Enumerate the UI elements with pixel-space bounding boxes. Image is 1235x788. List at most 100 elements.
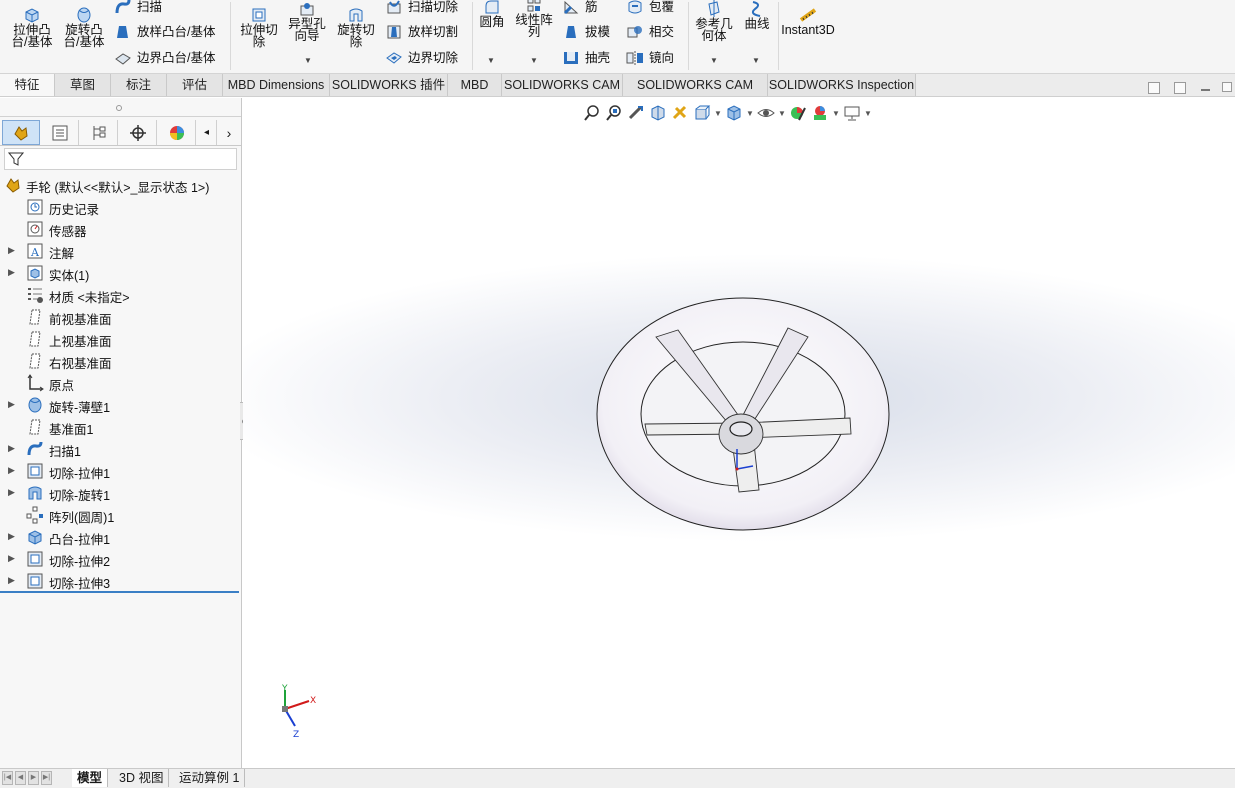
boundary-boss-button[interactable]: 边界凸台/基体 [114, 49, 215, 67]
panel-tabs-scroll-left[interactable]: ◂ [197, 120, 217, 145]
tab-solidworks-cam-tbm[interactable]: SOLIDWORKS CAM TBM [623, 74, 768, 114]
hide-show-items-dropdown[interactable]: ▼ [777, 109, 787, 118]
tab-markup[interactable]: 标注 [111, 74, 167, 96]
display-style-button[interactable] [723, 102, 745, 124]
dynamic-annotation-button[interactable] [669, 102, 691, 124]
graphics-viewport[interactable]: ▼ ▼ ▼ ▼ ▼ Y X Z [243, 98, 1235, 768]
display-manager-tab[interactable] [158, 120, 196, 145]
apply-scene-dropdown[interactable]: ▼ [831, 109, 841, 118]
tile-left-icon[interactable] [1148, 82, 1160, 94]
display-style-dropdown[interactable]: ▼ [745, 109, 755, 118]
tab-features[interactable]: 特征 [0, 74, 55, 96]
view-settings-dropdown[interactable]: ▼ [863, 109, 873, 118]
tree-item[interactable]: 原点 [0, 372, 241, 394]
tree-item[interactable]: ▶ 切除-拉伸1 [0, 460, 241, 482]
dimxpert-manager-tab[interactable] [119, 120, 157, 145]
loft-boss-button[interactable]: 放样凸台/基体 [114, 23, 215, 41]
feature-manager-tab[interactable] [2, 120, 40, 145]
sweep-cut-button[interactable]: 扫描切除 [385, 0, 458, 16]
zoom-to-fit-button[interactable] [581, 102, 603, 124]
expand-arrow-icon[interactable]: ▶ [8, 531, 15, 542]
shell-button[interactable]: 抽壳 [562, 49, 610, 67]
tree-item[interactable]: ▶ 凸台-拉伸1 [0, 526, 241, 548]
tree-item[interactable]: 材质 <未指定> [0, 284, 241, 306]
tab-solidworks-addins[interactable]: SOLIDWORKS 插件 [330, 74, 448, 96]
tree-item[interactable]: ▶ 扫描1 [0, 438, 241, 460]
section-view-button[interactable] [647, 102, 669, 124]
first-tab-button[interactable]: |◀ [2, 771, 13, 785]
reference-geometry-dropdown[interactable]: ▼ [710, 56, 718, 65]
linear-pattern-button[interactable]: 线性阵 列 [512, 0, 556, 38]
instant3d-button[interactable]: Instant3D [781, 6, 835, 36]
expand-arrow-icon[interactable]: ▶ [8, 443, 15, 454]
extrude-cut-button[interactable]: 拉伸切 除 [236, 6, 282, 48]
panel-tabs-scroll-right[interactable]: › [218, 120, 240, 145]
tree-item[interactable]: ▶ 切除-拉伸3 [0, 570, 241, 592]
tree-filter-input[interactable] [4, 148, 237, 170]
tree-item[interactable]: 历史记录 [0, 196, 241, 218]
tab-solidworks-cam[interactable]: SOLIDWORKS CAM [502, 74, 623, 96]
tree-item[interactable]: 右视基准面 [0, 350, 241, 372]
tab-mbd-dimensions[interactable]: MBD Dimensions [223, 74, 330, 96]
handwheel-model[interactable] [593, 294, 895, 538]
revolve-boss-button[interactable]: 旋转凸 台/基体 [60, 6, 108, 48]
tile-right-icon[interactable] [1174, 82, 1186, 94]
expand-arrow-icon[interactable]: ▶ [8, 575, 15, 586]
draft-button[interactable]: 拔模 [562, 23, 610, 41]
tree-item[interactable]: ▶ 实体(1) [0, 262, 241, 284]
tree-root-part[interactable]: 手轮 (默认<<默认>_显示状态 1>) [0, 174, 241, 196]
restore-icon[interactable] [1222, 82, 1232, 92]
minimize-icon[interactable] [1201, 89, 1210, 91]
previous-tab-button[interactable]: ◀ [15, 771, 26, 785]
tree-item[interactable]: ▶ A 注解 [0, 240, 241, 262]
hide-show-items-button[interactable] [755, 102, 777, 124]
curves-dropdown[interactable]: ▼ [752, 56, 760, 65]
tree-item[interactable]: 前视基准面 [0, 306, 241, 328]
loft-cut-button[interactable]: 放样切割 [385, 23, 458, 41]
tab-motion-study-1[interactable]: 运动算例 1 [174, 769, 246, 787]
extrude-boss-button[interactable]: 拉伸凸 台/基体 [8, 6, 56, 48]
expand-arrow-icon[interactable]: ▶ [8, 553, 15, 564]
wrap-button[interactable]: 包覆 [626, 0, 674, 16]
view-settings-button[interactable] [841, 102, 863, 124]
expand-arrow-icon[interactable]: ▶ [8, 399, 15, 410]
zoom-to-area-button[interactable] [603, 102, 625, 124]
tab-mbd[interactable]: MBD [448, 74, 502, 96]
tree-item[interactable]: 基准面1 [0, 416, 241, 438]
panel-grip[interactable] [0, 98, 241, 117]
previous-view-button[interactable] [625, 102, 647, 124]
edit-appearance-button[interactable] [787, 102, 809, 124]
reference-geometry-button[interactable]: 参考几 何体 [692, 0, 736, 42]
hole-wizard-button[interactable]: 异型孔 向导 [284, 0, 330, 42]
hole-wizard-dropdown[interactable]: ▼ [304, 56, 312, 65]
tree-item[interactable]: ▶ 切除-旋转1 [0, 482, 241, 504]
fillet-dropdown[interactable]: ▼ [487, 56, 495, 65]
tab-3d-views[interactable]: 3D 视图 [114, 769, 170, 787]
linear-pattern-dropdown[interactable]: ▼ [530, 56, 538, 65]
apply-scene-button[interactable] [809, 102, 831, 124]
tab-model[interactable]: 模型 [72, 769, 109, 787]
rib-button[interactable]: 筋 [562, 0, 598, 16]
rollback-bar[interactable] [0, 591, 239, 593]
expand-arrow-icon[interactable]: ▶ [8, 465, 15, 476]
revolve-cut-button[interactable]: 旋转切 除 [333, 6, 379, 48]
property-manager-tab[interactable] [41, 120, 79, 145]
boundary-cut-button[interactable]: 边界切除 [385, 49, 458, 67]
tab-evaluate[interactable]: 评估 [167, 74, 223, 96]
tree-item[interactable]: ▶ 切除-拉伸2 [0, 548, 241, 570]
tree-item[interactable]: ▶ 旋转-薄壁1 [0, 394, 241, 416]
tab-solidworks-inspection[interactable]: SOLIDWORKS Inspection [768, 74, 916, 96]
sweep-button[interactable]: 扫描 [114, 0, 162, 16]
last-tab-button[interactable]: ▶| [41, 771, 52, 785]
tree-item[interactable]: 阵列(圆周)1 [0, 504, 241, 526]
next-tab-button[interactable]: ▶ [28, 771, 39, 785]
tab-sketch[interactable]: 草图 [55, 74, 111, 96]
configuration-manager-tab[interactable] [80, 120, 118, 145]
tree-item[interactable]: 上视基准面 [0, 328, 241, 350]
view-orientation-button[interactable] [691, 102, 713, 124]
mirror-button[interactable]: 镜向 [626, 49, 674, 67]
tree-item[interactable]: 传感器 [0, 218, 241, 240]
view-orientation-dropdown[interactable]: ▼ [713, 109, 723, 118]
expand-arrow-icon[interactable]: ▶ [8, 267, 15, 278]
expand-arrow-icon[interactable]: ▶ [8, 487, 15, 498]
